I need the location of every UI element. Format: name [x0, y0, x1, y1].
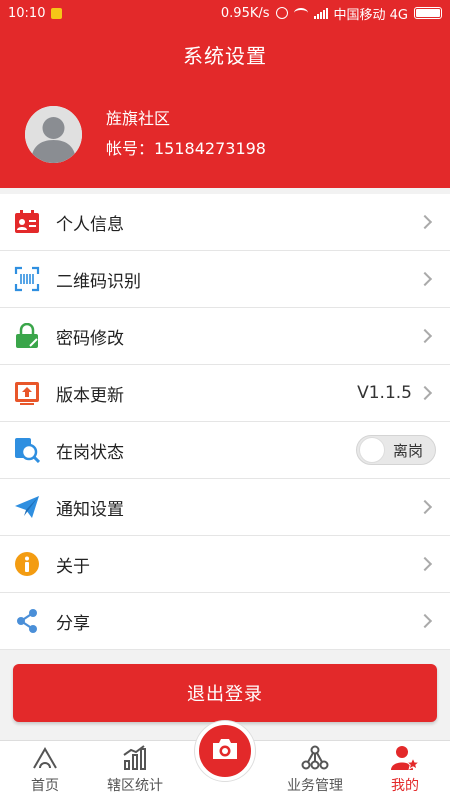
tab-business-management[interactable]: 业务管理	[270, 741, 360, 800]
menu-label: 个人信息	[56, 214, 124, 235]
camera-button[interactable]	[195, 721, 255, 781]
lock-icon	[14, 323, 40, 349]
menu-label: 关于	[56, 556, 90, 577]
info-icon	[14, 551, 40, 577]
search-status-icon	[14, 437, 40, 463]
menu-item-qr-scan[interactable]: 二维码识别	[0, 251, 450, 308]
toggle-label: 离岗	[393, 441, 424, 460]
header: 10:10 0.95K/s 中国移动 4G 系统设置 旌旗社区 帐号：15184…	[0, 0, 450, 188]
chevron-right-icon	[417, 214, 433, 230]
menu-label: 二维码识别	[56, 271, 141, 292]
default-avatar-icon	[25, 106, 82, 163]
chevron-right-icon	[417, 613, 433, 629]
menu-label: 分享	[56, 613, 90, 634]
notification-icon	[51, 7, 63, 19]
tab-camera[interactable]	[180, 721, 270, 800]
chevron-right-icon	[417, 385, 433, 401]
tab-area-stats[interactable]: 辖区统计	[90, 741, 180, 800]
home-icon	[33, 747, 57, 769]
menu-label: 版本更新	[56, 385, 124, 406]
tab-label: 我的	[391, 778, 419, 794]
duty-status-toggle[interactable]: 离岗	[356, 435, 436, 465]
chevron-right-icon	[417, 556, 433, 572]
carrier: 中国移动 4G	[333, 7, 408, 23]
battery-icon	[414, 7, 442, 19]
menu-item-password[interactable]: 密码修改	[0, 308, 450, 365]
page-title: 系统设置	[183, 44, 267, 68]
share-icon	[14, 608, 40, 634]
account-number: 帐号：15184273198	[106, 138, 266, 158]
update-icon	[14, 380, 40, 406]
menu-label: 通知设置	[56, 499, 124, 520]
status-bar: 10:10 0.95K/s 中国移动 4G	[0, 0, 450, 26]
user-star-icon	[391, 746, 420, 771]
menu-label: 密码修改	[56, 328, 124, 349]
wifi-icon	[293, 8, 308, 18]
menu-item-duty-status: 在岗状态 离岗	[0, 422, 450, 479]
tab-home[interactable]: 首页	[0, 741, 90, 800]
chevron-right-icon	[417, 499, 433, 515]
menu-item-share[interactable]: 分享	[0, 593, 450, 650]
profile-section[interactable]: 旌旗社区 帐号：15184273198	[25, 106, 266, 163]
chevron-right-icon	[417, 271, 433, 287]
version-value: V1.1.5	[357, 383, 412, 403]
chevron-right-icon	[417, 328, 433, 344]
menu-label: 在岗状态	[56, 442, 124, 463]
status-time: 10:10	[8, 5, 46, 21]
camera-icon	[213, 739, 237, 759]
tab-label: 辖区统计	[107, 778, 163, 794]
signal-icon	[313, 7, 328, 19]
tab-mine[interactable]: 我的	[360, 741, 450, 800]
alarm-icon	[275, 7, 288, 19]
tab-label: 业务管理	[287, 778, 343, 794]
community-name: 旌旗社区	[106, 108, 171, 128]
tab-label: 首页	[31, 778, 59, 794]
menu-item-about[interactable]: 关于	[0, 536, 450, 593]
bottom-tab-bar: 首页 辖区统计 业务管理 我的	[0, 721, 450, 800]
settings-menu: 个人信息 二维码识别 密码修改 版本更新 V1.1.5 在岗状态 离岗 通知设置…	[0, 194, 450, 650]
network-speed: 0.95K/s	[220, 5, 270, 21]
paper-plane-icon	[14, 494, 40, 520]
menu-item-personal-info[interactable]: 个人信息	[0, 194, 450, 251]
logout-button[interactable]: 退出登录	[13, 664, 437, 722]
network-icon	[301, 745, 329, 770]
menu-item-notification-settings[interactable]: 通知设置	[0, 479, 450, 536]
toggle-knob	[359, 437, 385, 463]
stats-icon	[123, 745, 146, 770]
menu-item-version-update[interactable]: 版本更新 V1.1.5	[0, 365, 450, 422]
avatar[interactable]	[25, 106, 82, 163]
qr-scan-icon	[14, 266, 40, 292]
id-card-icon	[14, 209, 40, 235]
